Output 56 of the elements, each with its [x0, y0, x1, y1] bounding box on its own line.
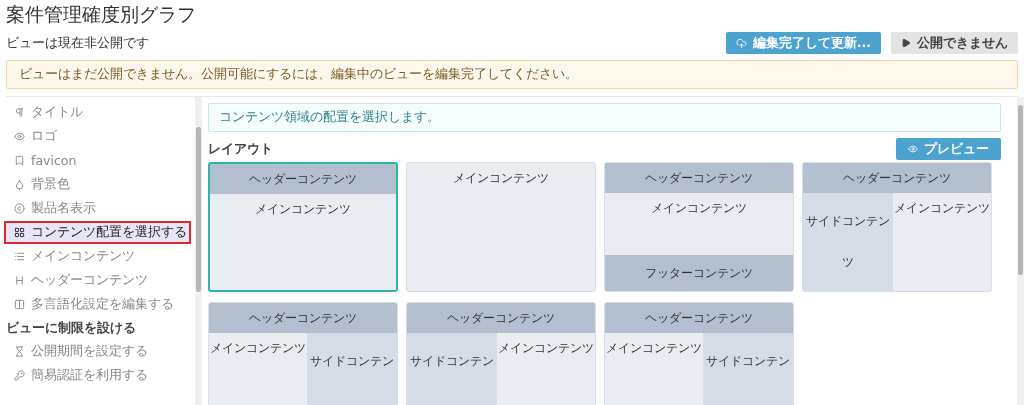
- sidebar-heading: ビューに制限を設ける: [5, 319, 137, 337]
- preview-button[interactable]: プレビュー: [896, 138, 1001, 160]
- sidebar-item-label: 簡易認証を利用する: [31, 367, 148, 384]
- region-label: ヘッダーコンテンツ: [645, 311, 753, 325]
- region-label: ヘッダーコンテンツ: [645, 171, 753, 185]
- layout-option[interactable]: ヘッダーコンテンツ メインコンテンツ フッターコンテンツ: [604, 162, 794, 292]
- sidebar-item[interactable]: 公開期間を設定する: [4, 340, 191, 363]
- region-label: ヘッダーコンテンツ: [249, 172, 357, 186]
- region-label: サイドコンテン: [310, 354, 395, 368]
- region-label: サイドコンテン: [706, 354, 791, 368]
- region-label: メインコンテンツ: [210, 341, 307, 355]
- sidebar-item[interactable]: タイトル: [4, 101, 191, 124]
- sidebar-item[interactable]: ロゴ: [4, 125, 191, 148]
- sidebar-item-label: 背景色: [31, 176, 70, 193]
- region-label: サイドコンテンツ: [805, 214, 890, 270]
- sidebar-item[interactable]: 背景色: [4, 173, 191, 196]
- sidebar-item-label: ヘッダーコンテンツ: [31, 272, 148, 289]
- layout-option[interactable]: ヘッダーコンテンツ サイドコンテンツ メインコンテンツ: [802, 162, 992, 292]
- sidebar-item[interactable]: 多言語化設定を編集する: [4, 293, 191, 316]
- layout-option[interactable]: ヘッダーコンテンツ メインコンテンツ サイドコンテン: [208, 302, 398, 405]
- sidebar-item[interactable]: コンテンツ配置を選択する: [4, 221, 191, 244]
- region-label: メインコンテンツ: [497, 341, 594, 355]
- sidebar-item-label: 製品名表示: [31, 200, 96, 217]
- sidebar-item[interactable]: 製品名表示: [4, 197, 191, 220]
- layout-option[interactable]: メインコンテンツ: [406, 162, 596, 292]
- region-label: メインコンテンツ: [893, 201, 990, 215]
- sidebar-item-label: favicon: [31, 153, 77, 168]
- region-label: ヘッダーコンテンツ: [447, 311, 555, 325]
- layout-option[interactable]: ヘッダーコンテンツ メインコンテンツ サイドコンテン: [604, 302, 794, 405]
- sidebar-item-label: タイトル: [31, 104, 83, 121]
- layout-option[interactable]: ヘッダーコンテンツ メインコンテンツ: [208, 162, 398, 292]
- layout-heading: レイアウト: [208, 140, 273, 158]
- region-label: ヘッダーコンテンツ: [249, 311, 357, 325]
- sidebar-item-label: 多言語化設定を編集する: [31, 296, 174, 313]
- region-label: メインコンテンツ: [255, 202, 351, 216]
- publish-button[interactable]: 公開できません: [891, 32, 1018, 54]
- sidebar-item-label: 公開期間を設定する: [31, 343, 148, 360]
- region-label: メインコンテンツ: [651, 201, 747, 215]
- sidebar-item[interactable]: favicon: [4, 149, 191, 172]
- sidebar-item[interactable]: 簡易認証を利用する: [4, 364, 191, 387]
- sidebar-item-label: メインコンテンツ: [31, 248, 135, 265]
- region-label: フッターコンテンツ: [645, 266, 753, 280]
- region-label: ヘッダーコンテンツ: [843, 171, 951, 185]
- sidebar-item[interactable]: メインコンテンツ: [4, 245, 191, 268]
- region-label: サイドコンテン: [409, 354, 494, 368]
- layout-option[interactable]: ヘッダーコンテンツ サイドコンテン メインコンテンツ: [406, 302, 596, 405]
- sidebar-item[interactable]: ヘッダーコンテンツ: [4, 269, 191, 292]
- region-label: メインコンテンツ: [606, 341, 703, 355]
- region-label: メインコンテンツ: [453, 171, 549, 185]
- sidebar-item-label: ロゴ: [31, 128, 57, 145]
- page-title: 案件管理確度別グラフ: [5, 2, 197, 26]
- visibility-status: ビューは現在非公開です: [6, 34, 149, 52]
- update-button[interactable]: 編集完了して更新...: [725, 32, 881, 54]
- info-message: コンテンツ領域の配置を選択します。: [208, 103, 1001, 132]
- sidebar-item-label: コンテンツ配置を選択する: [31, 224, 187, 241]
- warning-alert: ビューはまだ公開できません。公開可能にするには、編集中のビューを編集完了してください。: [6, 60, 1018, 89]
